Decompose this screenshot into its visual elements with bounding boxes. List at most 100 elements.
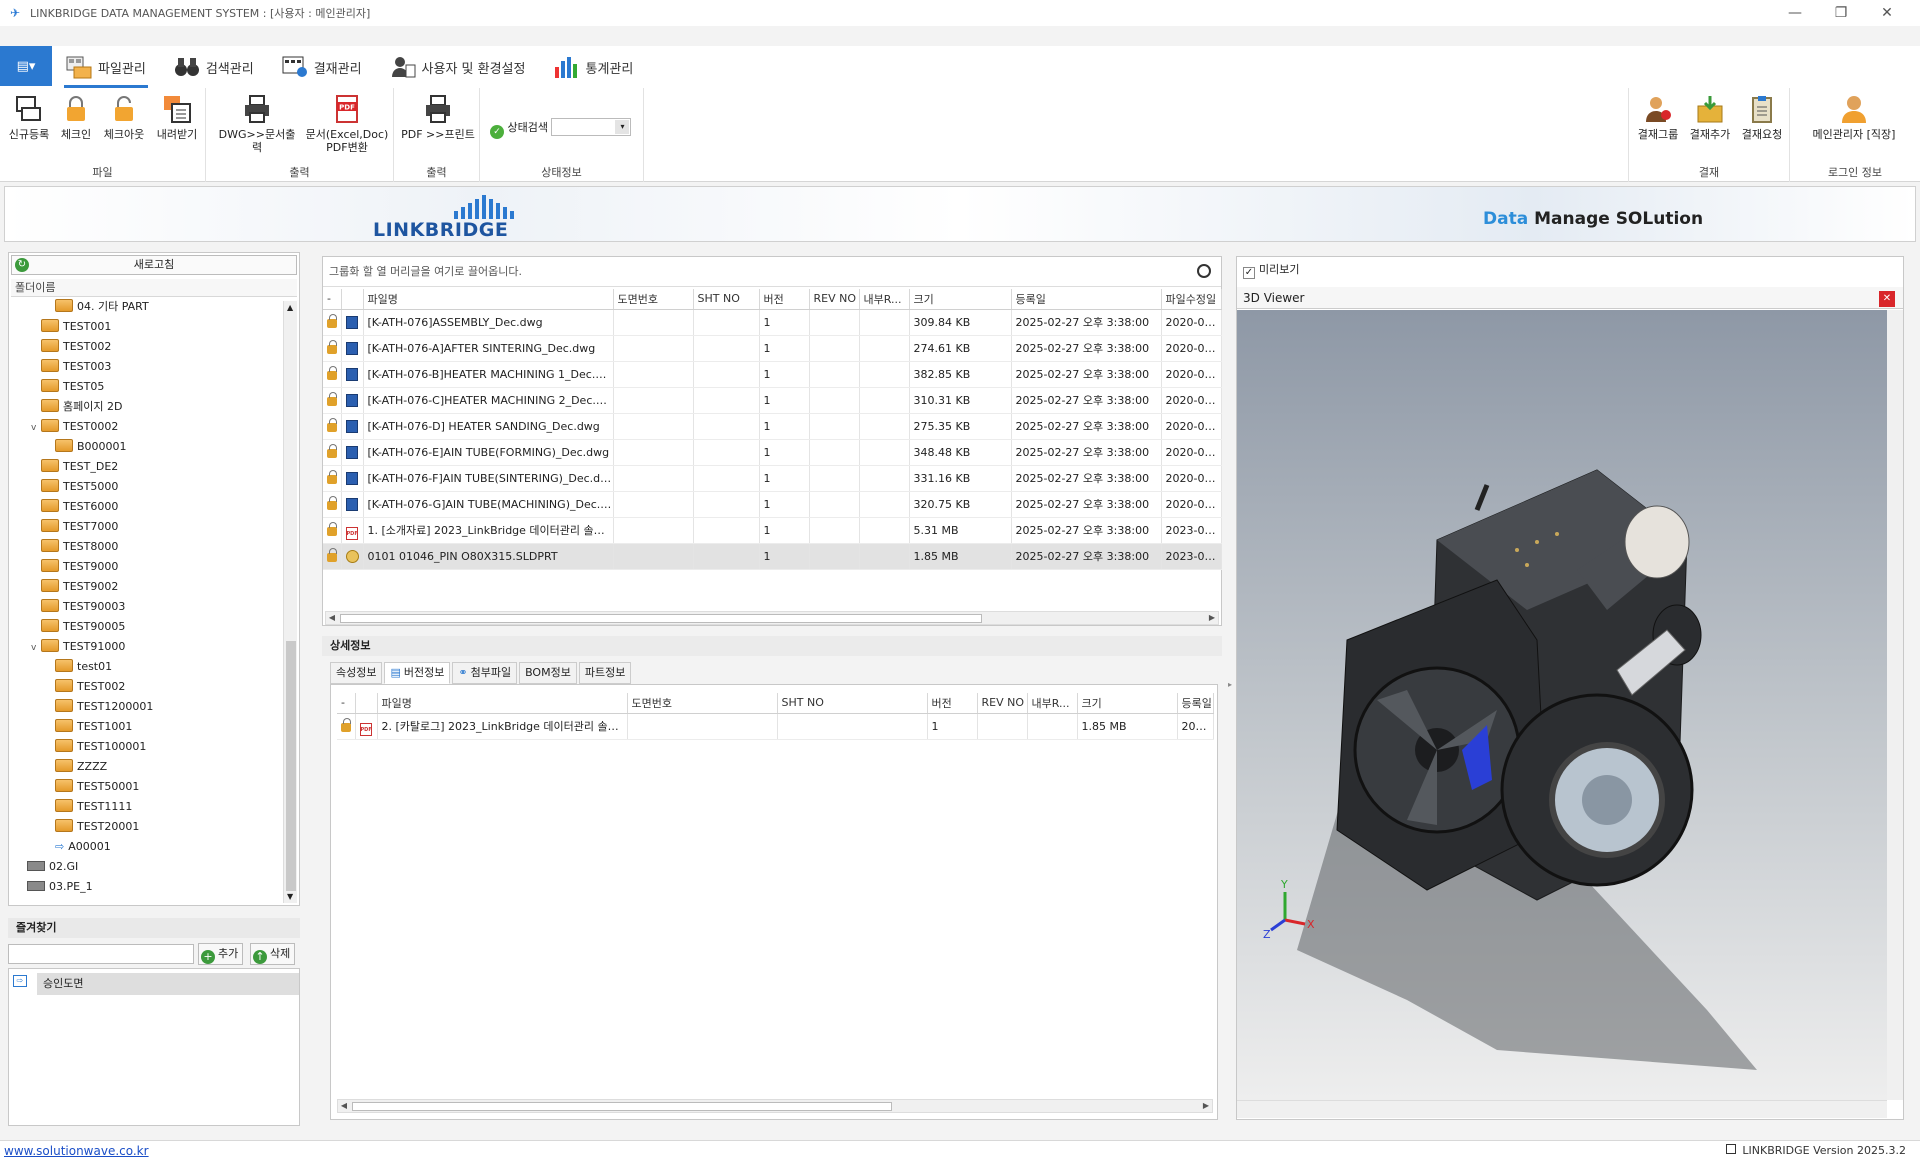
column-header[interactable]: 내부R...: [859, 289, 910, 310]
refresh-button[interactable]: ↻ 새로고침: [11, 255, 297, 275]
favorites-delete-button[interactable]: ↑ 삭제: [250, 943, 296, 965]
column-header[interactable]: 버전: [927, 693, 978, 714]
column-header[interactable]: 등록일: [1177, 693, 1214, 714]
restore-icon[interactable]: ❐: [1818, 2, 1864, 24]
favorites-add-button[interactable]: + 추가: [198, 943, 244, 965]
viewer-vscrollbar[interactable]: [1887, 310, 1903, 1100]
tree-node[interactable]: 03.PE_1: [17, 877, 93, 897]
doc-pdf-convert-button[interactable]: PDF 문서(Excel,Doc) PDF변환: [304, 94, 390, 154]
scroll-up-icon[interactable]: ▲: [287, 303, 293, 312]
column-header[interactable]: REV NO: [809, 289, 860, 310]
column-header[interactable]: 도면번호: [627, 693, 778, 714]
checkout-button[interactable]: 체크아웃: [100, 94, 148, 141]
viewer-hscrollbar[interactable]: [1237, 1100, 1887, 1118]
column-header[interactable]: SHT NO: [693, 289, 760, 310]
table-row[interactable]: [K-ATH-076-C]HEATER MACHINING 2_Dec.dwg 1…: [323, 387, 1222, 414]
detail-tab[interactable]: 속성정보: [330, 662, 383, 684]
scroll-thumb[interactable]: [340, 614, 982, 623]
detail-hscrollbar[interactable]: ◀ ▶: [337, 1099, 1213, 1113]
detail-tab[interactable]: ⚭ 첨부파일: [452, 662, 518, 684]
tab-file-management[interactable]: 파일관리: [52, 46, 160, 88]
tree-node[interactable]: TEST90003: [31, 597, 125, 617]
tree-node[interactable]: ⇨ A00001: [45, 837, 111, 857]
checkin-button[interactable]: 체크인: [56, 94, 96, 141]
grid-hscrollbar[interactable]: ◀ ▶: [325, 611, 1219, 625]
scroll-right-icon[interactable]: ▶: [1200, 1100, 1212, 1112]
tree-node[interactable]: TEST1001: [45, 717, 132, 737]
tree-node[interactable]: TEST50001: [45, 777, 139, 797]
table-row[interactable]: [K-ATH-076-B]HEATER MACHINING 1_Dec.dwg 1…: [323, 361, 1222, 388]
tree-node[interactable]: 02.GI: [17, 857, 78, 877]
column-header[interactable]: 파일수정일: [1161, 289, 1222, 310]
column-header[interactable]: SHT NO: [777, 693, 928, 714]
tree-node[interactable]: TEST_DE2: [31, 457, 118, 477]
column-header[interactable]: -: [337, 693, 356, 714]
download-button[interactable]: 내려받기: [152, 94, 202, 141]
favorite-item[interactable]: 승인도면: [37, 973, 299, 995]
column-header[interactable]: 내부R...: [1027, 693, 1078, 714]
preview-checkbox[interactable]: ✓ 미리보기: [1243, 261, 1299, 279]
column-header[interactable]: 도면번호: [613, 289, 694, 310]
column-header[interactable]: [341, 289, 364, 310]
close-icon[interactable]: ✕: [1879, 291, 1895, 307]
tree-node[interactable]: 04. 기타 PART: [45, 299, 149, 317]
tree-node[interactable]: TEST9002: [31, 577, 118, 597]
expander-icon[interactable]: v: [31, 418, 41, 438]
detail-tab[interactable]: ▤ 버전정보: [384, 662, 451, 684]
column-header[interactable]: REV NO: [977, 693, 1028, 714]
tab-statistics[interactable]: 통계관리: [539, 46, 647, 88]
tab-user-settings[interactable]: 사용자 및 환경설정: [376, 46, 540, 88]
tree-node[interactable]: TEST1200001: [45, 697, 153, 717]
minimize-icon[interactable]: —: [1772, 2, 1818, 24]
tree-node[interactable]: TEST1111: [45, 797, 132, 817]
tree-node[interactable]: TEST002: [45, 677, 125, 697]
tree-node[interactable]: TEST5000: [31, 477, 118, 497]
tree-node[interactable]: TEST20001: [45, 817, 139, 837]
pdf-print-button[interactable]: PDF >>프린트: [398, 94, 478, 141]
table-row[interactable]: PDF 2. [카탈로그] 2023_LinkBridge 데이터관리 솔루...…: [337, 713, 1214, 740]
approval-add-button[interactable]: 결재추가: [1685, 94, 1735, 141]
website-link[interactable]: www.solutionwave.co.kr: [4, 1144, 149, 1158]
tree-node[interactable]: TEST7000: [31, 517, 118, 537]
approval-group-button[interactable]: 결재그룹: [1633, 94, 1683, 141]
scroll-left-icon[interactable]: ◀: [326, 612, 338, 624]
approval-request-button[interactable]: 결재요청: [1737, 94, 1787, 141]
scroll-right-icon[interactable]: ▶: [1206, 612, 1218, 624]
status-search-select[interactable]: ▾: [551, 118, 632, 136]
tree-node[interactable]: TEST9000: [31, 557, 118, 577]
table-row[interactable]: [K-ATH-076-E]AIN TUBE(FORMING)_Dec.dwg 1 3…: [323, 439, 1222, 466]
scroll-left-icon[interactable]: ◀: [338, 1100, 350, 1112]
column-header[interactable]: 버전: [759, 289, 810, 310]
table-row[interactable]: [K-ATH-076-F]AIN TUBE(SINTERING)_Dec.dwg…: [323, 465, 1222, 492]
tree-node[interactable]: v TEST0002: [31, 417, 118, 437]
detail-tab[interactable]: BOM정보: [519, 662, 577, 684]
close-icon[interactable]: ✕: [1864, 2, 1910, 24]
tree-node[interactable]: TEST05: [31, 377, 104, 397]
table-row[interactable]: [K-ATH-076]ASSEMBLY_Dec.dwg 1 309.84 KB 202…: [323, 309, 1222, 336]
expander-icon[interactable]: v: [31, 638, 41, 658]
tree-node[interactable]: TEST8000: [31, 537, 118, 557]
detail-tab[interactable]: 파트정보: [578, 662, 632, 684]
new-register-button[interactable]: 신규등록: [6, 94, 52, 141]
tree-node[interactable]: 홈페이지 2D: [31, 397, 122, 417]
dwg-print-button[interactable]: DWG>>문서출력: [214, 94, 300, 154]
column-header[interactable]: 크기: [909, 289, 1012, 310]
tree-node[interactable]: TEST90005: [31, 617, 125, 637]
table-row[interactable]: [K-ATH-076-A]AFTER SINTERING_Dec.dwg 1 274…: [323, 335, 1222, 362]
tree-node[interactable]: TEST001: [31, 317, 111, 337]
search-icon[interactable]: [1197, 264, 1211, 278]
column-header[interactable]: 등록일: [1011, 289, 1162, 310]
tree-node[interactable]: TEST003: [31, 357, 111, 377]
tab-search-management[interactable]: 검색관리: [160, 46, 268, 88]
splitter-handle[interactable]: ▸: [1228, 680, 1232, 689]
tree-node[interactable]: TEST100001: [45, 737, 146, 757]
tree-node[interactable]: TEST002: [31, 337, 111, 357]
column-header[interactable]: 크기: [1077, 693, 1178, 714]
table-row[interactable]: PDF 1. [소개자료] 2023_LinkBridge 데이터관리 솔루...…: [323, 517, 1222, 544]
favorites-input[interactable]: [8, 944, 194, 964]
app-menu-button[interactable]: ▤▾: [0, 46, 52, 86]
table-row[interactable]: [K-ATH-076-G]AIN TUBE(MACHINING)_Dec.dwg…: [323, 491, 1222, 518]
column-header[interactable]: 파일명: [363, 289, 614, 310]
scroll-thumb[interactable]: [352, 1102, 892, 1111]
user-button[interactable]: 메인관리자 [직장]: [1798, 94, 1910, 141]
